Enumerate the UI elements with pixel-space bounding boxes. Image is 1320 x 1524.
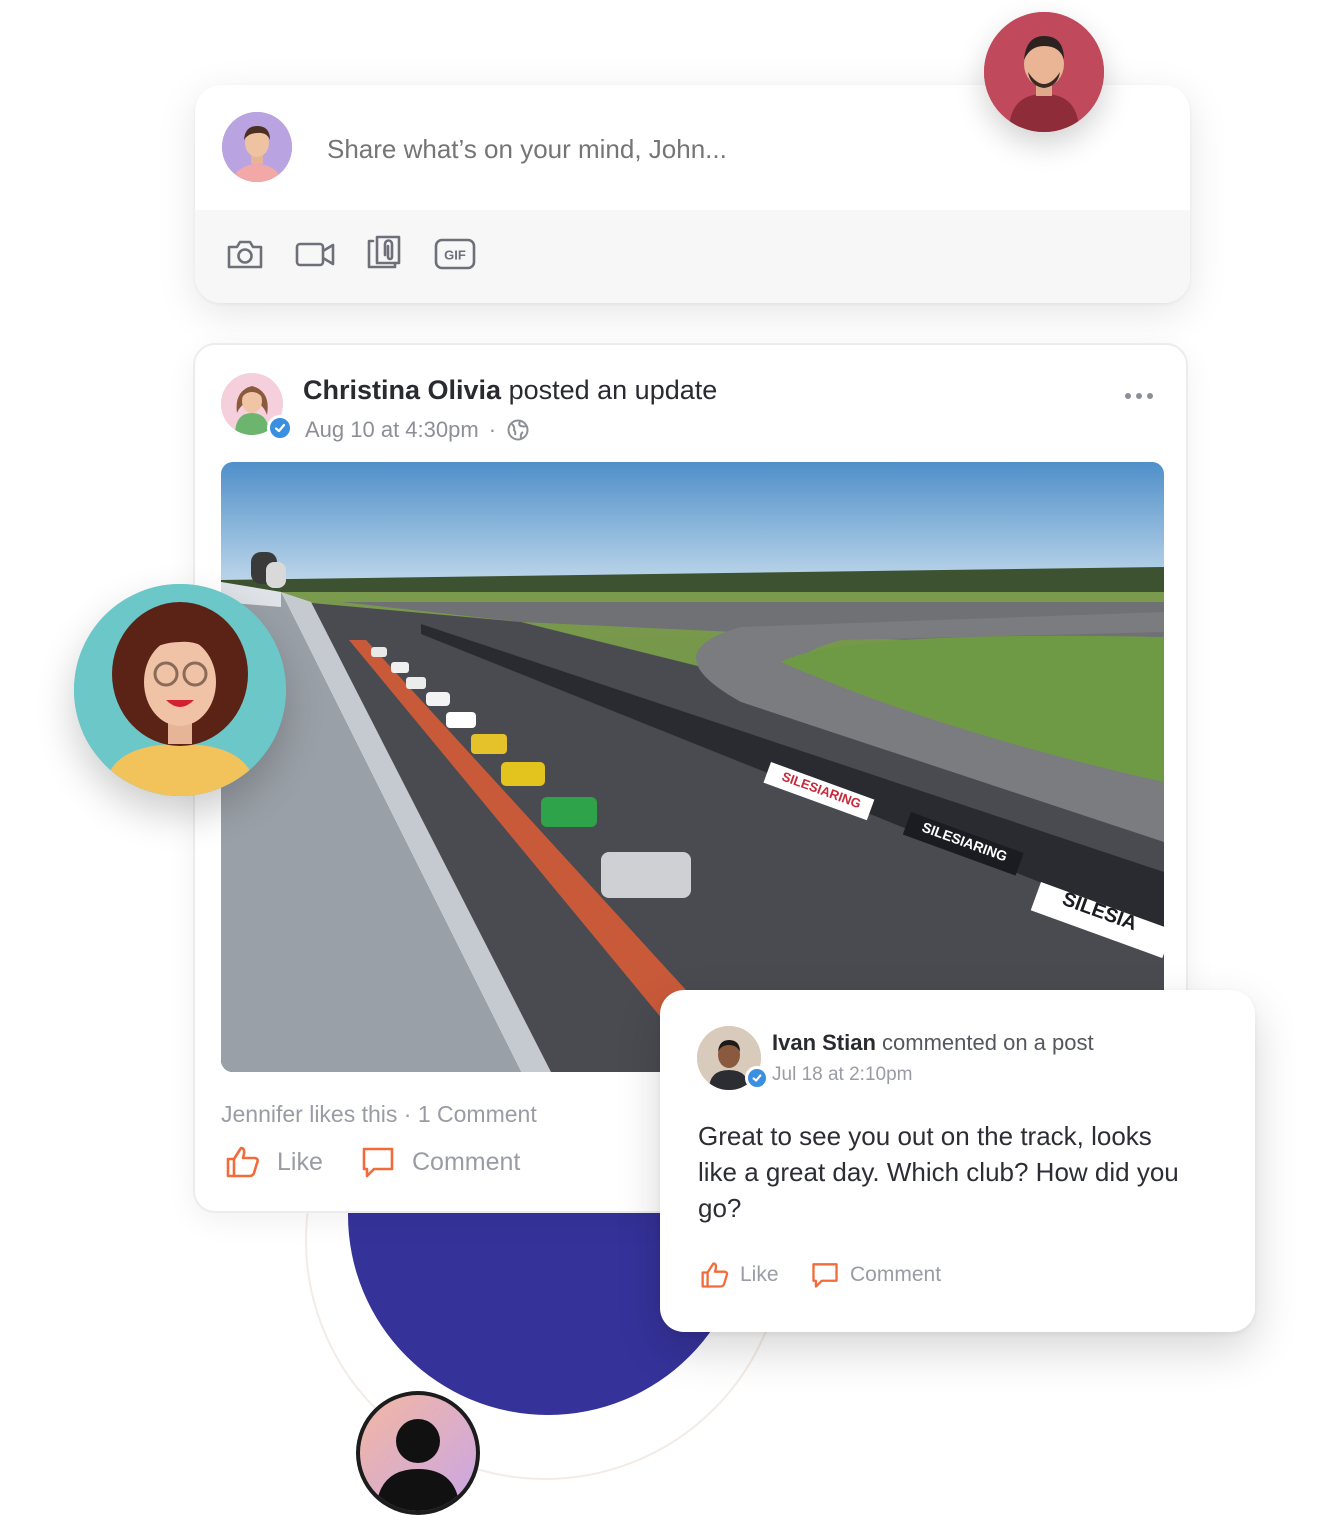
comment-icon xyxy=(360,1145,396,1179)
like-icon xyxy=(700,1261,730,1289)
post-photo[interactable]: SILESIARING SILESIARING SILESIA xyxy=(221,462,1164,1072)
verified-badge-icon xyxy=(745,1066,769,1090)
comment-button[interactable]: Comment xyxy=(360,1145,520,1179)
video-icon[interactable] xyxy=(293,232,337,276)
post-date[interactable]: Aug 10 at 4:30pm xyxy=(305,417,479,443)
post-action: posted an update xyxy=(508,375,718,405)
post-header: Christina Olivia posted an update xyxy=(303,375,717,406)
comment-header: Ivan Stian commented on a post xyxy=(772,1030,1094,1056)
like-label: Like xyxy=(277,1147,323,1176)
comment-text: Great to see you out on the track, looks… xyxy=(698,1121,1179,1223)
like-icon xyxy=(225,1145,261,1179)
camera-icon[interactable] xyxy=(223,232,267,276)
floating-avatar-placeholder xyxy=(356,1391,480,1515)
comment-notification-card: Ivan Stian commented on a post Jul 18 at… xyxy=(660,990,1255,1332)
user-silhouette-icon xyxy=(360,1395,476,1511)
like-button[interactable]: Like xyxy=(225,1145,323,1179)
post-meta: Aug 10 at 4:30pm · xyxy=(305,417,530,443)
comment-reply-button[interactable]: Comment xyxy=(810,1261,941,1289)
attachment-icon[interactable] xyxy=(363,230,407,274)
comment-icon xyxy=(810,1261,840,1289)
floating-avatar-man xyxy=(984,12,1104,132)
composer-toolbar: GIF xyxy=(195,210,1190,303)
floating-avatar-woman xyxy=(74,584,286,796)
current-user-avatar[interactable] xyxy=(222,112,292,182)
status-input[interactable] xyxy=(325,133,1029,166)
comment-date[interactable]: Jul 18 at 2:10pm xyxy=(772,1064,912,1086)
like-label: Like xyxy=(740,1263,779,1286)
meta-separator: · xyxy=(488,417,497,442)
post-stats[interactable]: Jennifer likes this · 1 Comment xyxy=(221,1101,537,1128)
verified-badge-icon xyxy=(267,415,293,441)
comment-like-button[interactable]: Like xyxy=(700,1261,779,1289)
gif-icon[interactable]: GIF xyxy=(433,232,477,276)
comment-label: Comment xyxy=(850,1263,942,1286)
more-options-icon[interactable] xyxy=(1125,393,1153,399)
comment-action: commented on a post xyxy=(882,1030,1094,1055)
gif-label: GIF xyxy=(444,248,466,263)
globe-icon xyxy=(506,418,530,442)
comment-label: Comment xyxy=(412,1147,521,1176)
commenter-name[interactable]: Ivan Stian xyxy=(772,1030,876,1055)
author-name[interactable]: Christina Olivia xyxy=(303,375,501,405)
